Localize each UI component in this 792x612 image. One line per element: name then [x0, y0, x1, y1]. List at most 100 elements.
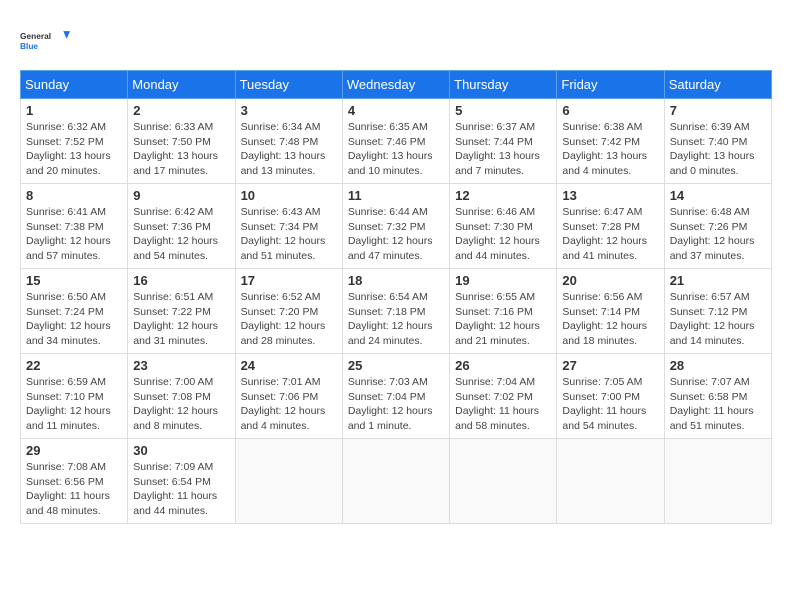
day-info: Sunrise: 6:46 AM Sunset: 7:30 PM Dayligh… [455, 205, 551, 264]
header-monday: Monday [128, 71, 235, 99]
empty-cell [450, 439, 557, 524]
day-cell: 19 Sunrise: 6:55 AM Sunset: 7:16 PM Dayl… [450, 269, 557, 354]
day-number: 19 [455, 273, 551, 288]
calendar-week-row: 29 Sunrise: 7:08 AM Sunset: 6:56 PM Dayl… [21, 439, 772, 524]
day-number: 24 [241, 358, 337, 373]
day-info: Sunrise: 6:52 AM Sunset: 7:20 PM Dayligh… [241, 290, 337, 349]
day-number: 22 [26, 358, 122, 373]
day-cell: 24 Sunrise: 7:01 AM Sunset: 7:06 PM Dayl… [235, 354, 342, 439]
logo: General Blue [20, 20, 70, 60]
day-info: Sunrise: 6:32 AM Sunset: 7:52 PM Dayligh… [26, 120, 122, 179]
day-cell: 28 Sunrise: 7:07 AM Sunset: 6:58 PM Dayl… [664, 354, 771, 439]
day-info: Sunrise: 6:43 AM Sunset: 7:34 PM Dayligh… [241, 205, 337, 264]
day-info: Sunrise: 6:33 AM Sunset: 7:50 PM Dayligh… [133, 120, 229, 179]
calendar-week-row: 22 Sunrise: 6:59 AM Sunset: 7:10 PM Dayl… [21, 354, 772, 439]
calendar-week-row: 8 Sunrise: 6:41 AM Sunset: 7:38 PM Dayli… [21, 184, 772, 269]
day-number: 4 [348, 103, 444, 118]
svg-text:General: General [20, 31, 51, 41]
day-cell: 21 Sunrise: 6:57 AM Sunset: 7:12 PM Dayl… [664, 269, 771, 354]
day-cell: 25 Sunrise: 7:03 AM Sunset: 7:04 PM Dayl… [342, 354, 449, 439]
day-cell: 13 Sunrise: 6:47 AM Sunset: 7:28 PM Dayl… [557, 184, 664, 269]
day-number: 9 [133, 188, 229, 203]
day-number: 8 [26, 188, 122, 203]
day-info: Sunrise: 6:47 AM Sunset: 7:28 PM Dayligh… [562, 205, 658, 264]
page-header: General Blue [20, 20, 772, 60]
day-info: Sunrise: 6:39 AM Sunset: 7:40 PM Dayligh… [670, 120, 766, 179]
day-info: Sunrise: 7:05 AM Sunset: 7:00 PM Dayligh… [562, 375, 658, 434]
day-info: Sunrise: 6:38 AM Sunset: 7:42 PM Dayligh… [562, 120, 658, 179]
day-info: Sunrise: 6:44 AM Sunset: 7:32 PM Dayligh… [348, 205, 444, 264]
logo-svg: General Blue [20, 20, 70, 60]
header-sunday: Sunday [21, 71, 128, 99]
day-info: Sunrise: 7:00 AM Sunset: 7:08 PM Dayligh… [133, 375, 229, 434]
calendar-week-row: 1 Sunrise: 6:32 AM Sunset: 7:52 PM Dayli… [21, 99, 772, 184]
calendar-table: Sunday Monday Tuesday Wednesday Thursday… [20, 70, 772, 524]
day-info: Sunrise: 6:37 AM Sunset: 7:44 PM Dayligh… [455, 120, 551, 179]
day-number: 29 [26, 443, 122, 458]
day-cell: 7 Sunrise: 6:39 AM Sunset: 7:40 PM Dayli… [664, 99, 771, 184]
day-info: Sunrise: 6:42 AM Sunset: 7:36 PM Dayligh… [133, 205, 229, 264]
day-number: 28 [670, 358, 766, 373]
day-info: Sunrise: 6:54 AM Sunset: 7:18 PM Dayligh… [348, 290, 444, 349]
day-number: 3 [241, 103, 337, 118]
svg-text:Blue: Blue [20, 41, 38, 51]
day-info: Sunrise: 7:09 AM Sunset: 6:54 PM Dayligh… [133, 460, 229, 519]
day-number: 11 [348, 188, 444, 203]
day-cell: 20 Sunrise: 6:56 AM Sunset: 7:14 PM Dayl… [557, 269, 664, 354]
header-wednesday: Wednesday [342, 71, 449, 99]
day-cell: 12 Sunrise: 6:46 AM Sunset: 7:30 PM Dayl… [450, 184, 557, 269]
day-cell: 22 Sunrise: 6:59 AM Sunset: 7:10 PM Dayl… [21, 354, 128, 439]
day-number: 25 [348, 358, 444, 373]
day-cell: 30 Sunrise: 7:09 AM Sunset: 6:54 PM Dayl… [128, 439, 235, 524]
day-cell: 4 Sunrise: 6:35 AM Sunset: 7:46 PM Dayli… [342, 99, 449, 184]
header-saturday: Saturday [664, 71, 771, 99]
day-cell: 10 Sunrise: 6:43 AM Sunset: 7:34 PM Dayl… [235, 184, 342, 269]
header-friday: Friday [557, 71, 664, 99]
day-info: Sunrise: 6:34 AM Sunset: 7:48 PM Dayligh… [241, 120, 337, 179]
day-number: 16 [133, 273, 229, 288]
day-number: 21 [670, 273, 766, 288]
day-cell: 26 Sunrise: 7:04 AM Sunset: 7:02 PM Dayl… [450, 354, 557, 439]
day-info: Sunrise: 7:07 AM Sunset: 6:58 PM Dayligh… [670, 375, 766, 434]
day-cell: 5 Sunrise: 6:37 AM Sunset: 7:44 PM Dayli… [450, 99, 557, 184]
day-number: 12 [455, 188, 551, 203]
day-cell: 14 Sunrise: 6:48 AM Sunset: 7:26 PM Dayl… [664, 184, 771, 269]
day-number: 6 [562, 103, 658, 118]
day-number: 30 [133, 443, 229, 458]
day-info: Sunrise: 7:04 AM Sunset: 7:02 PM Dayligh… [455, 375, 551, 434]
day-number: 18 [348, 273, 444, 288]
day-info: Sunrise: 6:41 AM Sunset: 7:38 PM Dayligh… [26, 205, 122, 264]
day-cell: 2 Sunrise: 6:33 AM Sunset: 7:50 PM Dayli… [128, 99, 235, 184]
empty-cell [235, 439, 342, 524]
day-number: 7 [670, 103, 766, 118]
day-number: 26 [455, 358, 551, 373]
day-cell: 8 Sunrise: 6:41 AM Sunset: 7:38 PM Dayli… [21, 184, 128, 269]
day-number: 15 [26, 273, 122, 288]
day-cell: 11 Sunrise: 6:44 AM Sunset: 7:32 PM Dayl… [342, 184, 449, 269]
day-number: 27 [562, 358, 658, 373]
empty-cell [557, 439, 664, 524]
day-info: Sunrise: 6:57 AM Sunset: 7:12 PM Dayligh… [670, 290, 766, 349]
day-info: Sunrise: 6:50 AM Sunset: 7:24 PM Dayligh… [26, 290, 122, 349]
empty-cell [664, 439, 771, 524]
day-cell: 3 Sunrise: 6:34 AM Sunset: 7:48 PM Dayli… [235, 99, 342, 184]
day-number: 1 [26, 103, 122, 118]
day-info: Sunrise: 7:08 AM Sunset: 6:56 PM Dayligh… [26, 460, 122, 519]
calendar-header-row: Sunday Monday Tuesday Wednesday Thursday… [21, 71, 772, 99]
day-number: 20 [562, 273, 658, 288]
day-cell: 17 Sunrise: 6:52 AM Sunset: 7:20 PM Dayl… [235, 269, 342, 354]
day-info: Sunrise: 6:51 AM Sunset: 7:22 PM Dayligh… [133, 290, 229, 349]
day-info: Sunrise: 7:03 AM Sunset: 7:04 PM Dayligh… [348, 375, 444, 434]
day-info: Sunrise: 6:48 AM Sunset: 7:26 PM Dayligh… [670, 205, 766, 264]
day-info: Sunrise: 6:59 AM Sunset: 7:10 PM Dayligh… [26, 375, 122, 434]
day-cell: 15 Sunrise: 6:50 AM Sunset: 7:24 PM Dayl… [21, 269, 128, 354]
empty-cell [342, 439, 449, 524]
day-cell: 6 Sunrise: 6:38 AM Sunset: 7:42 PM Dayli… [557, 99, 664, 184]
day-cell: 27 Sunrise: 7:05 AM Sunset: 7:00 PM Dayl… [557, 354, 664, 439]
day-cell: 18 Sunrise: 6:54 AM Sunset: 7:18 PM Dayl… [342, 269, 449, 354]
day-info: Sunrise: 7:01 AM Sunset: 7:06 PM Dayligh… [241, 375, 337, 434]
day-number: 5 [455, 103, 551, 118]
calendar-week-row: 15 Sunrise: 6:50 AM Sunset: 7:24 PM Dayl… [21, 269, 772, 354]
day-info: Sunrise: 6:55 AM Sunset: 7:16 PM Dayligh… [455, 290, 551, 349]
day-cell: 9 Sunrise: 6:42 AM Sunset: 7:36 PM Dayli… [128, 184, 235, 269]
